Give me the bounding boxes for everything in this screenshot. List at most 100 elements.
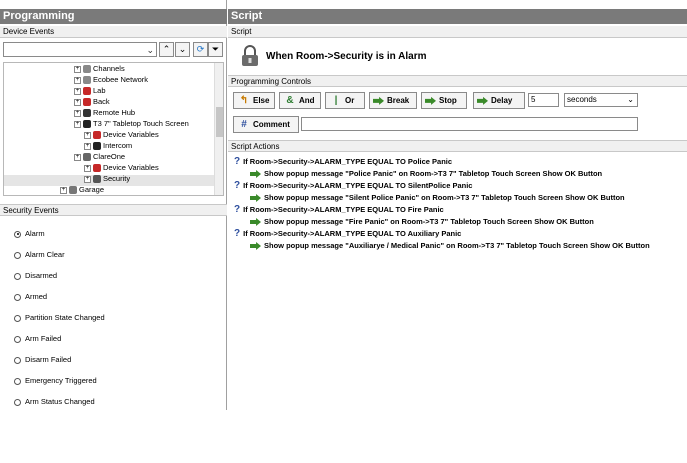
expand-icon[interactable]: + [84, 175, 91, 183]
tree-node-label: Back [93, 97, 110, 106]
else-icon: ↰ [239, 95, 249, 106]
security-event-option[interactable]: Partition State Changed [14, 312, 105, 324]
security-event-option[interactable]: Armed [14, 291, 47, 303]
room-icon [83, 87, 91, 96]
expand-icon[interactable]: + [74, 65, 81, 73]
or-button[interactable]: | Or [325, 92, 365, 109]
move-up-button[interactable]: ⌃ [159, 42, 174, 57]
tree-node-label: Lab [93, 86, 106, 95]
tree-node[interactable]: + Ecobee Network [74, 74, 148, 85]
event-label: Alarm Clear [25, 250, 65, 259]
security-event-option[interactable]: Alarm Clear [14, 249, 65, 261]
action-condition[interactable]: ? If Room->Security->ALARM_TYPE EQUAL TO … [234, 157, 452, 167]
tree-node[interactable]: + ClareOne [74, 151, 125, 162]
event-label: Armed [25, 292, 48, 301]
question-icon: ? [234, 204, 241, 215]
radio-icon[interactable] [14, 398, 21, 406]
tree-node[interactable]: + Back [74, 96, 110, 107]
security-event-option[interactable]: Arm Failed [14, 333, 61, 345]
arrow-right-icon [373, 96, 384, 105]
device-icon [83, 153, 91, 162]
security-event-option[interactable]: Disarmed [14, 270, 57, 282]
tree-scrollbar[interactable] [214, 63, 223, 195]
garage-icon [69, 186, 77, 195]
radio-icon[interactable] [14, 251, 21, 259]
question-icon: ? [234, 228, 241, 239]
action-step[interactable]: Show popup message "Silent Police Panic"… [250, 193, 625, 203]
script-header: Script [228, 9, 687, 24]
tree-node[interactable]: + Channels [74, 63, 125, 74]
tree-node-label: T3 7" Tabletop Touch Screen [93, 119, 189, 128]
security-event-option[interactable]: Arm Status Changed [14, 396, 95, 408]
radio-icon[interactable] [14, 293, 21, 301]
else-button[interactable]: ↰ Else [233, 92, 275, 109]
expand-icon[interactable]: + [74, 153, 81, 161]
comment-button[interactable]: # Comment [233, 116, 299, 133]
security-event-option[interactable]: Emergency Triggered [14, 375, 97, 387]
expand-icon[interactable]: + [60, 186, 67, 194]
radio-icon[interactable] [14, 377, 21, 385]
question-icon: ? [234, 156, 241, 167]
tree-node[interactable]: + Lab [74, 85, 106, 96]
tree-node[interactable]: + Security [84, 173, 130, 184]
tree-node[interactable]: + Remote Hub [74, 107, 135, 118]
condition-text: If Room->Security->ALARM_TYPE EQUAL TO P… [243, 157, 453, 166]
question-icon: ? [234, 180, 241, 191]
comment-input[interactable] [301, 117, 638, 131]
stop-button[interactable]: Stop [421, 92, 467, 109]
action-condition[interactable]: ? If Room->Security->ALARM_TYPE EQUAL TO … [234, 205, 444, 215]
break-button[interactable]: Break [369, 92, 417, 109]
expand-icon[interactable]: + [84, 142, 91, 150]
expand-icon[interactable]: + [84, 131, 91, 139]
condition-text: If Room->Security->ALARM_TYPE EQUAL TO S… [243, 181, 473, 190]
expand-icon[interactable]: + [74, 76, 81, 84]
security-events-label: Security Events [0, 204, 227, 216]
move-down-button[interactable]: ⌄ [175, 42, 190, 57]
tree-node[interactable]: + Garage [60, 184, 104, 195]
tree-node[interactable]: + Intercom [84, 140, 132, 151]
action-condition[interactable]: ? If Room->Security->ALARM_TYPE EQUAL TO … [234, 229, 461, 239]
refresh-button[interactable]: ⟳ [193, 42, 208, 57]
radio-icon[interactable] [14, 356, 21, 364]
radio-icon[interactable] [14, 230, 21, 238]
intercom-icon [93, 142, 101, 151]
action-step[interactable]: Show popup message "Auxiliarye / Medical… [250, 241, 650, 251]
radio-icon[interactable] [14, 314, 21, 322]
filter-button[interactable]: ⏷ [208, 42, 223, 57]
programming-controls-label: Programming Controls [228, 75, 687, 87]
action-step[interactable]: Show popup message "Fire Panic" on Room-… [250, 217, 594, 227]
security-event-option[interactable]: Alarm [14, 228, 45, 240]
programming-header: Programming [0, 9, 227, 24]
and-button[interactable]: & And [279, 92, 321, 109]
delay-button[interactable]: Delay [473, 92, 525, 109]
tree-node[interactable]: + Device Variables [84, 129, 159, 140]
network-icon [83, 76, 91, 85]
radio-icon[interactable] [14, 335, 21, 343]
arrow-right-icon [477, 96, 488, 105]
security-event-option[interactable]: Disarm Failed [14, 354, 71, 366]
arrow-right-icon [250, 170, 261, 179]
expand-icon[interactable]: + [84, 164, 91, 172]
action-step[interactable]: Show popup message "Police Panic" on Roo… [250, 169, 602, 179]
tree-node[interactable]: + T3 7" Tabletop Touch Screen [74, 118, 189, 129]
device-combo[interactable]: ⌄ [3, 42, 157, 57]
security-icon [93, 175, 101, 184]
scrollbar-thumb[interactable] [216, 107, 223, 137]
tree-node[interactable]: + Device Variables [84, 162, 159, 173]
expand-icon[interactable]: + [74, 109, 81, 117]
device-tree[interactable]: + Channels + Ecobee Network + Lab + Back + Remote… [3, 62, 224, 196]
expand-icon[interactable]: + [74, 87, 81, 95]
variables-icon [93, 164, 101, 173]
delay-unit-select[interactable]: seconds ⌄ [564, 93, 638, 107]
room-icon [83, 98, 91, 107]
lock-icon [241, 45, 259, 67]
event-label: Arm Status Changed [25, 397, 95, 406]
delay-value-input[interactable]: 5 [528, 93, 559, 107]
expand-icon[interactable]: + [74, 120, 81, 128]
action-text: Show popup message "Police Panic" on Roo… [264, 169, 603, 178]
tree-node-label: Security [103, 174, 131, 183]
action-condition[interactable]: ? If Room->Security->ALARM_TYPE EQUAL TO … [234, 181, 472, 191]
radio-icon[interactable] [14, 272, 21, 280]
condition-text: If Room->Security->ALARM_TYPE EQUAL TO A… [243, 229, 462, 238]
expand-icon[interactable]: + [74, 98, 81, 106]
